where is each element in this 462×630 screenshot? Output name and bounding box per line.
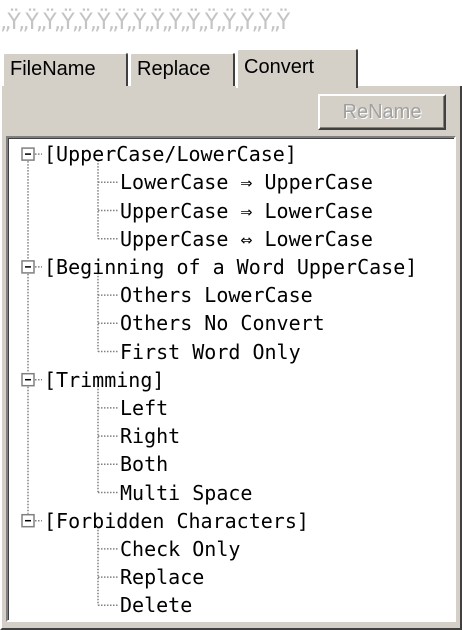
tree-group-2[interactable]: [Trimming] <box>44 366 164 394</box>
tree-item[interactable]: Others No Convert <box>120 309 325 337</box>
tab-convert[interactable]: Convert <box>236 48 358 88</box>
conversion-tree[interactable]: [UpperCase/LowerCase] LowerCase ⇒ UpperCa… <box>6 136 456 622</box>
tree-group-3[interactable]: [Forbidden Characters] <box>44 507 309 535</box>
tree-item[interactable]: Check Only <box>120 535 240 563</box>
garbled-title-text: „Ÿ„Ÿ„Ÿ„Ÿ„Ÿ„Ÿ„Ÿ„Ÿ„Ÿ„Ÿ„Ÿ„Ÿ„Ÿ„Ÿ„Ÿ„Ÿ <box>0 10 291 35</box>
convert-panel: ReName [UpperCase/LowerCase] LowerCase ⇒ … <box>0 86 462 630</box>
rename-button[interactable]: ReName <box>318 94 446 130</box>
tree-group-1[interactable]: [Beginning of a Word UpperCase] <box>44 253 417 281</box>
tree-group-0[interactable]: [UpperCase/LowerCase] <box>44 140 297 168</box>
tree-item[interactable]: First Word Only <box>120 338 301 366</box>
tree-item[interactable]: Others LowerCase <box>120 281 313 309</box>
tab-replace[interactable]: Replace <box>129 52 235 86</box>
tree-item[interactable]: Multi Space <box>120 479 252 507</box>
tree-item[interactable]: Both <box>120 450 168 478</box>
tree-item[interactable]: LowerCase ⇒ UpperCase <box>120 168 373 196</box>
tree-item[interactable]: Delete <box>120 591 192 619</box>
tree-item[interactable]: Left <box>120 394 168 422</box>
tree-item[interactable]: Replace <box>120 563 204 591</box>
tree-item[interactable]: Right <box>120 422 180 450</box>
tree-item[interactable]: UpperCase ⇔ LowerCase <box>120 225 373 253</box>
tree-item[interactable]: UpperCase ⇒ LowerCase <box>120 197 373 225</box>
tab-filename[interactable]: FileName <box>2 52 128 86</box>
